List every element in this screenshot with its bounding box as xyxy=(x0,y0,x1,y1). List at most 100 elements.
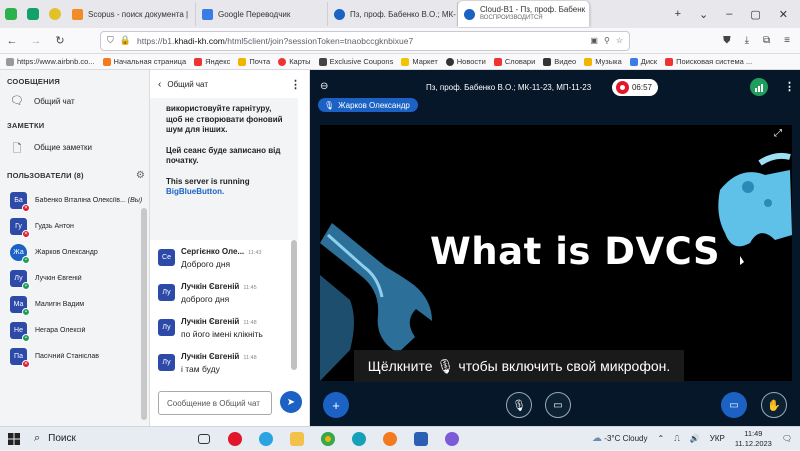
volume-icon[interactable]: 🔊 xyxy=(690,434,700,443)
unmute-microphone-button[interactable]: 🎙 xyxy=(506,392,532,418)
download-icon[interactable]: ⤓ xyxy=(745,35,749,46)
pocket-icon[interactable]: ⛊ xyxy=(723,35,731,46)
avatar: Ма • xyxy=(10,295,30,316)
start-button[interactable] xyxy=(0,427,28,451)
bookmark-item[interactable]: Exclusive Coupons xyxy=(318,57,393,66)
bookmark-item[interactable]: https://www.airbnb.co... xyxy=(6,57,95,66)
taskbar-app-word[interactable] xyxy=(405,427,436,451)
maximize-icon[interactable]: ▢ xyxy=(750,8,760,21)
screen-share-icon: ▭ xyxy=(729,399,739,411)
fullscreen-icon[interactable]: ⤢ xyxy=(774,128,782,139)
user-list-item[interactable]: Ба ✕ Бабенко Віталіна Олексіїв... (Вы) xyxy=(0,187,149,213)
forward-arrow-icon[interactable]: → xyxy=(24,35,48,47)
bookmark-item[interactable]: Карты xyxy=(278,57,311,66)
bookmarks-bar: https://www.airbnb.co... Начальная стран… xyxy=(0,54,800,70)
bookmark-item[interactable]: Почта xyxy=(238,57,270,66)
shield-icon[interactable]: ⛉ xyxy=(107,35,114,46)
taskbar-app-viber[interactable] xyxy=(436,427,467,451)
bookmark-item[interactable]: Новости xyxy=(445,57,486,66)
opera-icon xyxy=(227,431,242,446)
share-webcam-button[interactable]: ▭ xyxy=(545,392,571,418)
public-chat-panel: ‹ Общий чат ⋮ використовуйте гарнітуру, … xyxy=(150,70,310,426)
tab-bbb-session[interactable]: Пз, проф. Бабенко В.О.; МК- xyxy=(328,2,458,26)
mic-permission-icon[interactable]: ⚲ xyxy=(604,36,610,45)
taskbar-app-explorer[interactable] xyxy=(281,427,312,451)
tab-list-chevron-icon[interactable]: ⌄ xyxy=(699,8,708,21)
language-indicator[interactable]: УКР xyxy=(710,434,725,443)
bookmark-item[interactable]: Диск xyxy=(629,57,657,66)
more-options-icon[interactable]: ⋮ xyxy=(784,80,795,93)
taskbar-app-firefox[interactable] xyxy=(374,427,405,451)
bookmark-item[interactable]: Поисковая система ... xyxy=(665,57,752,66)
task-view-button[interactable] xyxy=(188,427,219,451)
taskbar-app-edge[interactable] xyxy=(343,427,374,451)
minimize-icon[interactable]: – xyxy=(726,8,732,20)
recording-indicator[interactable]: 06:57 xyxy=(612,79,658,96)
weather-widget[interactable]: ☁ -3°C Cloudy xyxy=(592,433,647,444)
clock[interactable]: 11:49 11.12.2023 xyxy=(735,429,772,449)
notifications-icon[interactable]: 🗨 xyxy=(782,434,792,443)
menu-icon[interactable]: ≡ xyxy=(784,35,790,46)
user-list-item[interactable]: Не • Негара Олексій xyxy=(0,317,149,343)
tab-cloud-b1-active[interactable]: Cloud-B1 - Пз, проф. Бабенк ВОСПРОИЗВОДИ… xyxy=(458,1,590,27)
actions-plus-button[interactable]: + xyxy=(323,392,349,418)
shared-notes-item[interactable]: 🗋 Общие заметки xyxy=(0,130,149,158)
avatar: Лу • xyxy=(10,269,30,290)
user-list-item[interactable]: Ма • Малигін Вадим xyxy=(0,291,149,317)
user-list-item[interactable]: Лу • Лучкін Євгеній xyxy=(0,265,149,291)
green-c-icon xyxy=(27,8,39,20)
bookmark-item[interactable]: Видео xyxy=(543,57,576,66)
users-section-header: ПОЛЬЗОВАТЕЛИ (8) ⚙ xyxy=(7,170,145,181)
bookmark-item[interactable]: Начальная страница xyxy=(102,57,186,66)
map-pin-icon xyxy=(278,57,287,66)
back-arrow-icon[interactable]: ← xyxy=(0,35,24,47)
new-tab-icon[interactable]: + xyxy=(675,8,681,20)
bookmark-item[interactable]: Яндекс xyxy=(194,57,230,66)
chevron-up-icon[interactable]: ⌃ xyxy=(658,434,665,443)
chat-message-input[interactable]: Сообщение в Общий чат xyxy=(158,391,272,415)
bigbluebutton-link[interactable]: BigBlueButton. xyxy=(166,187,224,196)
tab-scopus[interactable]: Scopus - поиск документа | xyxy=(66,2,196,26)
record-icon xyxy=(616,81,629,94)
user-list-scrollbar[interactable] xyxy=(141,208,147,420)
send-message-button[interactable]: ➤ xyxy=(280,391,302,413)
chat-scrollbar[interactable] xyxy=(289,102,299,426)
taskbar-app-opera[interactable] xyxy=(219,427,250,451)
pinned-tab-3[interactable] xyxy=(44,3,66,25)
taskbar-app-telegram[interactable] xyxy=(250,427,281,451)
extensions-icon[interactable]: ⧉ xyxy=(763,35,770,46)
more-options-icon[interactable]: ⋮ xyxy=(290,78,301,91)
chat-header: ‹ Общий чат ⋮ xyxy=(150,70,309,98)
tab-google-translate[interactable]: Google Переводчик xyxy=(196,2,328,26)
taskbar-search[interactable]: ⌕ Поиск xyxy=(28,427,188,451)
taskbar-app-chrome[interactable] xyxy=(312,427,343,451)
bookmark-item[interactable]: Словари xyxy=(493,57,535,66)
public-chat-item[interactable]: 🗨 Общий чат xyxy=(0,86,149,112)
share-screen-button[interactable]: ▭ xyxy=(721,392,747,418)
camera-permission-icon[interactable]: ▣ xyxy=(590,36,598,45)
viber-icon xyxy=(444,431,459,446)
bookmark-item[interactable]: Маркет xyxy=(401,57,438,66)
toggle-user-list-icon[interactable]: ⊖ xyxy=(320,81,328,92)
lock-icon[interactable]: 🔒 xyxy=(120,35,131,46)
user-list-item[interactable]: Жа • Жарков Олександр xyxy=(0,239,149,265)
presentation-stage: ⊖ Пз, проф. Бабенко В.О.; МК-11-23, МП-1… xyxy=(310,70,800,426)
bookmark-item[interactable]: Музыка xyxy=(584,57,622,66)
network-icon[interactable]: ⎍ xyxy=(674,434,680,444)
raise-hand-button[interactable]: ✋ xyxy=(761,392,787,418)
address-bar[interactable]: ⛉ 🔒 https://b1.khadi-kh.com/html5client/… xyxy=(100,30,630,51)
yandex-icon xyxy=(194,57,203,66)
avatar: Жа • xyxy=(10,243,30,264)
close-window-icon[interactable]: ✕ xyxy=(779,8,788,21)
chevron-left-icon[interactable]: ‹ xyxy=(158,79,161,90)
bookmark-star-icon[interactable]: ☆ xyxy=(616,36,623,45)
pinned-tab-1[interactable] xyxy=(0,3,22,25)
user-list-item[interactable]: Гу ✕ Гудзь Антон xyxy=(0,213,149,239)
search-engine-icon xyxy=(665,57,674,66)
connection-status-icon[interactable] xyxy=(750,78,768,96)
user-list-item[interactable]: Па ✕ Пасічний Станіслав xyxy=(0,343,149,369)
reload-icon[interactable]: ↻ xyxy=(48,34,72,47)
talking-indicator[interactable]: 🎙 Жарков Олександр xyxy=(318,98,418,112)
gear-icon[interactable]: ⚙ xyxy=(136,170,145,181)
pinned-tab-2[interactable] xyxy=(22,3,44,25)
